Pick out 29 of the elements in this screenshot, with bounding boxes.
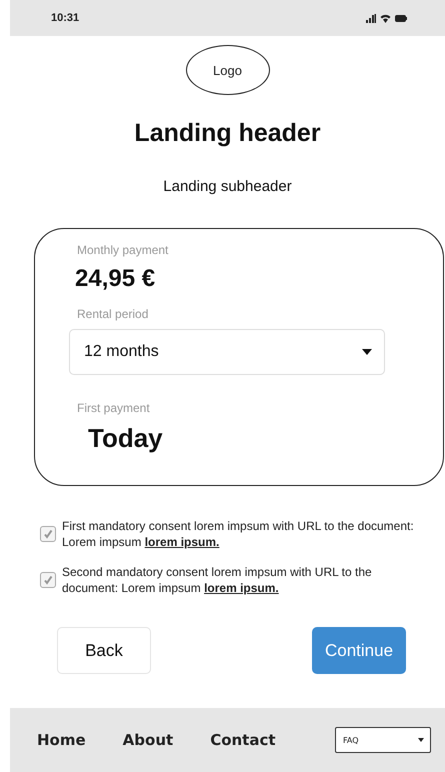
price-value: 24,95 € [75,265,156,293]
document-link[interactable]: lorem ipsum. [144,535,220,549]
period-dropdown[interactable]: 12 months [69,329,385,375]
field-label: Monthly payment [77,243,170,257]
document-link[interactable]: lorem ipsum. [204,581,279,595]
check-icon [43,529,53,539]
signal-icon [366,14,376,22]
battery-icon [395,14,407,22]
faq-dropdown[interactable]: FAQ [335,727,431,753]
consent-text: Second mandatory consent lorem impsum with URL to the document: Lorem impsum lorem ipsum. [62,564,373,596]
logo-text: Logo [213,62,242,78]
continue-button[interactable]: Continue [312,627,406,674]
consent-text: First mandatory consent lorem impsum with URL to the document: Lorem impsum lorem ipsum. [62,518,415,550]
consent-checkbox[interactable] [40,526,56,542]
landing-header: Landing header [134,119,321,148]
caret-icon [362,349,372,355]
status-time: 10:31 [51,12,80,24]
back-button[interactable]: Back [57,627,151,674]
consent-checkbox[interactable] [40,572,56,588]
nav-link[interactable]: Contact [210,731,276,749]
field-label: First payment [77,401,151,415]
nav-link[interactable]: Home [37,731,86,749]
field-label: Rental period [77,307,150,321]
caret-icon [418,738,424,742]
nav-link[interactable]: About [122,731,174,749]
check-icon [43,575,53,585]
wifi-icon [380,14,391,22]
payment-value: Today [88,423,164,454]
landing-subheader: Landing subheader [163,178,292,195]
